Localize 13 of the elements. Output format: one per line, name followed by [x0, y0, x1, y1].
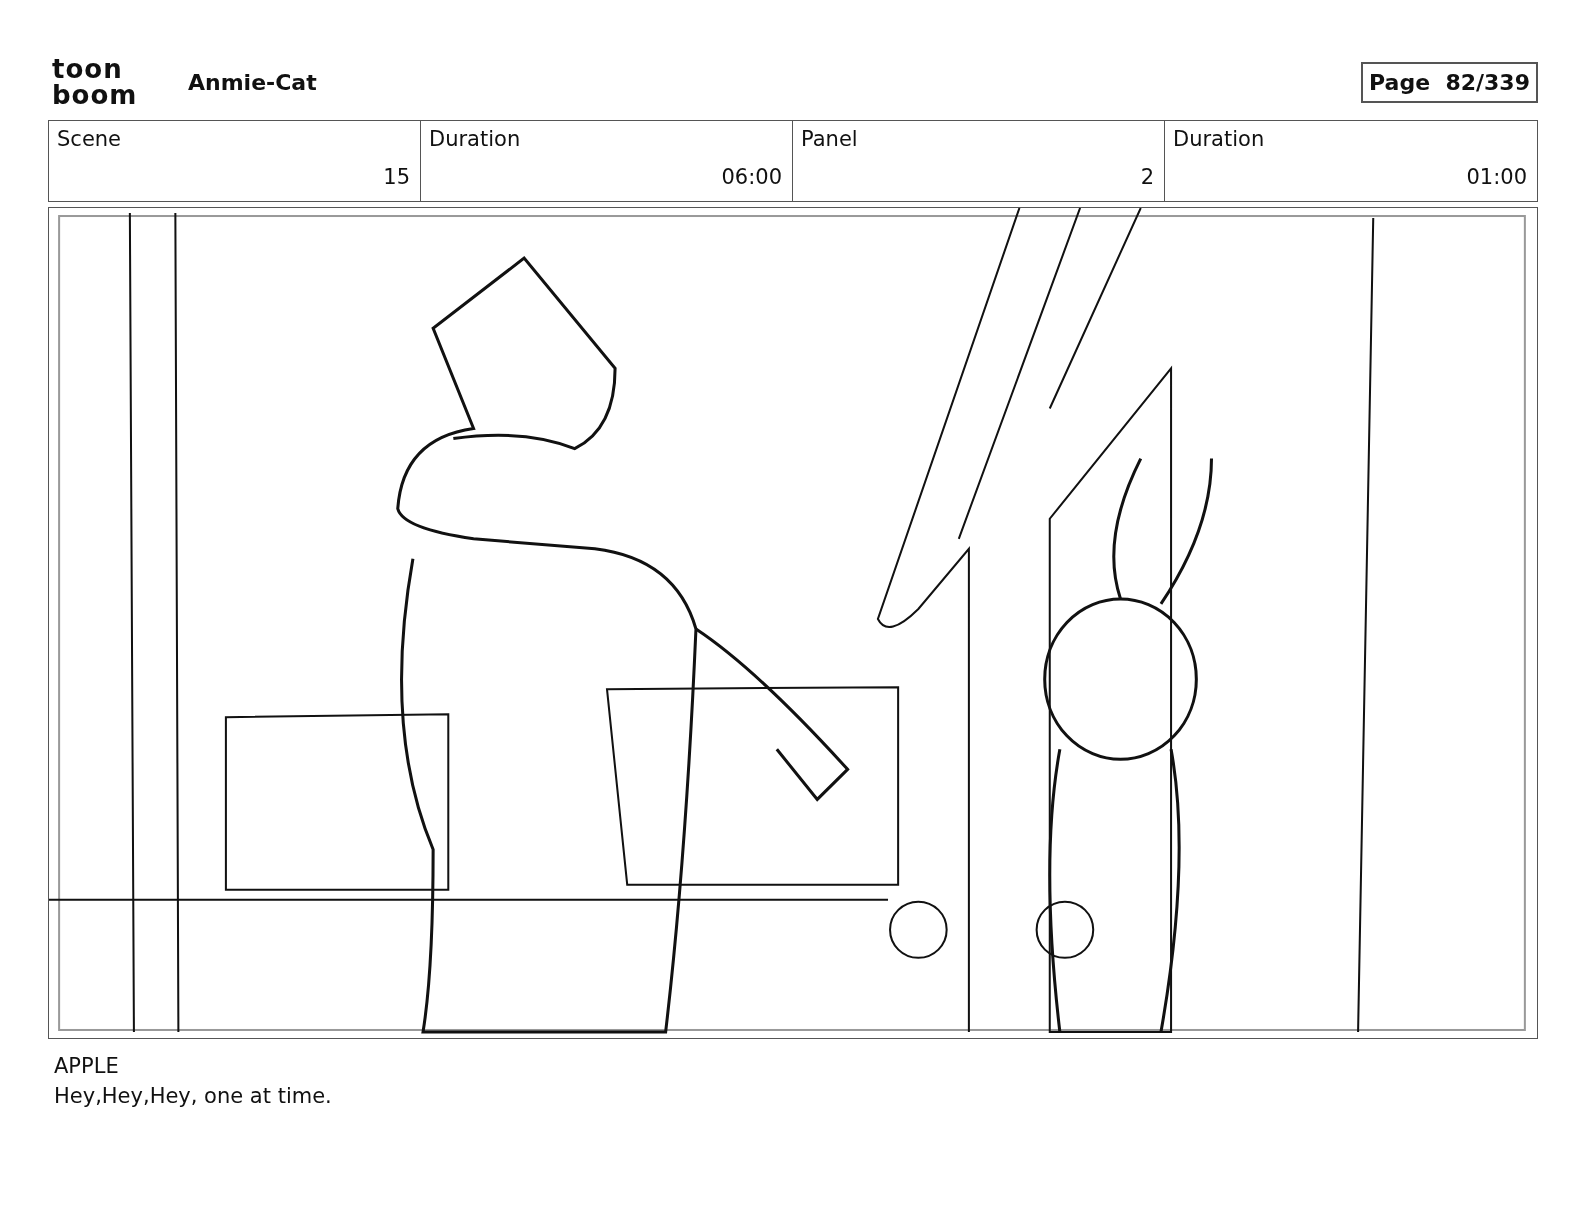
field-value: 2: [1140, 165, 1154, 189]
field-value: 15: [383, 165, 410, 189]
logo: toon boom: [52, 56, 139, 108]
field-label: Panel: [801, 127, 859, 151]
character-name: APPLE: [54, 1053, 120, 1080]
field-label: Scene: [57, 127, 123, 151]
project-title: Anmie-Cat: [188, 69, 318, 95]
field-value: 06:00: [721, 165, 782, 189]
page-number: Page 82/339: [1361, 61, 1538, 103]
field-label: Duration: [429, 127, 522, 151]
field-value: 01:00: [1466, 165, 1527, 189]
dialogue-line: Hey,Hey,Hey, one at time.: [54, 1083, 333, 1110]
field-label: Duration: [1173, 127, 1266, 151]
